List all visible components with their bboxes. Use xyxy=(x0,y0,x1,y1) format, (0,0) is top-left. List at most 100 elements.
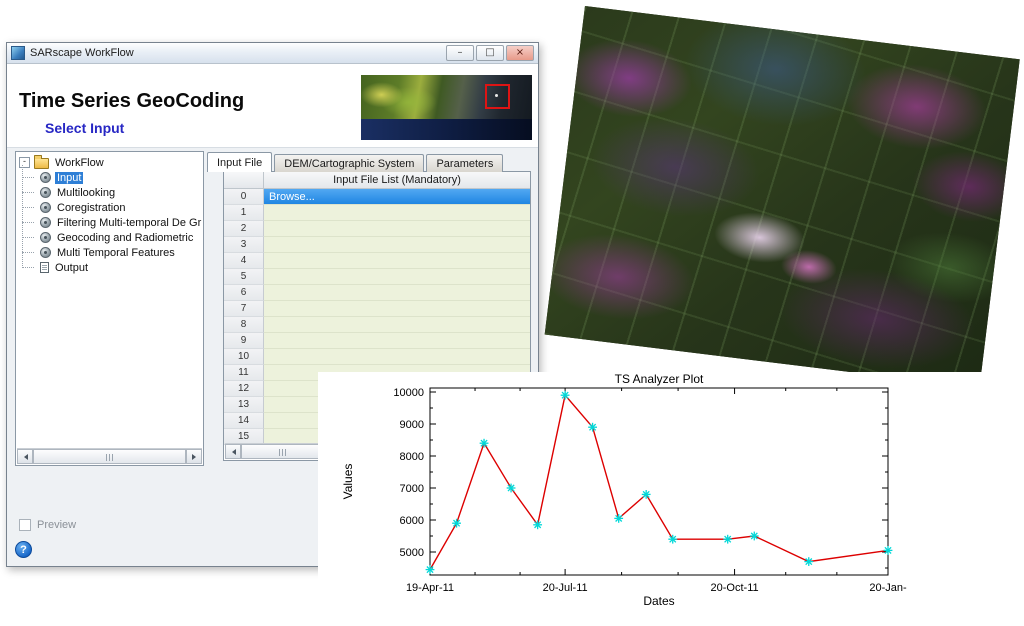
tree-expander-icon[interactable]: - xyxy=(19,157,30,168)
arrow-left-icon xyxy=(229,449,236,455)
banner-highlight-box-icon xyxy=(485,84,510,109)
row-number[interactable]: 6 xyxy=(224,285,264,301)
arrow-left-icon xyxy=(21,454,28,460)
close-button[interactable]: × xyxy=(506,45,534,61)
tab-input-file[interactable]: Input File xyxy=(207,152,272,172)
gear-icon xyxy=(40,217,51,228)
table-row: 1 xyxy=(224,205,530,221)
scroll-right-button[interactable] xyxy=(186,449,202,464)
scroll-thumb[interactable] xyxy=(33,449,186,464)
row-number[interactable]: 10 xyxy=(224,349,264,365)
row-number[interactable]: 12 xyxy=(224,381,264,397)
tree-item-geocoding-and-radiometric[interactable]: Geocoding and Radiometric xyxy=(37,230,203,245)
table-row: 2 xyxy=(224,221,530,237)
row-number[interactable]: 5 xyxy=(224,269,264,285)
table-row: 10 xyxy=(224,349,530,365)
row-number[interactable]: 7 xyxy=(224,301,264,317)
tree-item-multilooking[interactable]: Multilooking xyxy=(37,185,203,200)
gear-icon xyxy=(40,247,51,258)
tree-item-multi-temporal-features[interactable]: Multi Temporal Features xyxy=(37,245,203,260)
tab-parameters[interactable]: Parameters xyxy=(426,154,503,172)
row-number[interactable]: 11 xyxy=(224,365,264,381)
tree-item-coregistration[interactable]: Coregistration xyxy=(37,200,203,215)
preview-checkbox[interactable] xyxy=(19,519,31,531)
row-value-cell[interactable] xyxy=(264,349,530,365)
row-number[interactable]: 1 xyxy=(224,205,264,221)
row-value-cell[interactable] xyxy=(264,317,530,333)
svg-text:10000: 10000 xyxy=(393,387,424,399)
tree-item-label: Coregistration xyxy=(55,202,127,214)
tree-item-label: Filtering Multi-temporal De Gr xyxy=(55,217,203,229)
table-row: 6 xyxy=(224,285,530,301)
tab-dem-cartographic-system[interactable]: DEM/Cartographic System xyxy=(274,154,424,172)
row-number[interactable]: 2 xyxy=(224,221,264,237)
svg-text:8000: 8000 xyxy=(400,451,424,463)
step-subtitle: Select Input xyxy=(45,120,124,136)
workflow-tree-panel: - WorkFlow Input Multilooking Coregistrati… xyxy=(15,151,204,466)
svg-text:Dates: Dates xyxy=(643,594,674,608)
table-corner-cell xyxy=(224,172,264,189)
tree-item-label: Input xyxy=(55,172,83,184)
svg-text:20-Jul-11: 20-Jul-11 xyxy=(543,582,588,594)
window-titlebar[interactable]: SARscape WorkFlow – □ × xyxy=(7,43,538,64)
tree-item-label: Geocoding and Radiometric xyxy=(55,232,195,244)
table-row: 7 xyxy=(224,301,530,317)
row-number[interactable]: 8 xyxy=(224,317,264,333)
preview-label: Preview xyxy=(37,519,76,531)
minimize-button[interactable]: – xyxy=(446,45,474,61)
arrow-right-icon xyxy=(192,454,199,460)
row-value-cell[interactable] xyxy=(264,285,530,301)
row-number[interactable]: 0 xyxy=(224,189,264,205)
close-icon: × xyxy=(516,48,524,58)
banner-image xyxy=(361,75,532,140)
table-header-label: Input File List (Mandatory) xyxy=(264,172,530,189)
window-title: SARscape WorkFlow xyxy=(30,47,446,59)
banner-photo xyxy=(361,75,532,119)
row-value-cell[interactable] xyxy=(264,253,530,269)
tree-item-label: Multilooking xyxy=(55,187,117,199)
banner-band xyxy=(361,119,532,140)
svg-text:Values: Values xyxy=(341,464,355,500)
table-row: 4 xyxy=(224,253,530,269)
minimize-icon: – xyxy=(458,48,463,58)
row-value-cell[interactable] xyxy=(264,301,530,317)
row-value-cell[interactable]: Browse... xyxy=(264,189,530,205)
folder-icon xyxy=(34,158,49,169)
scroll-left-button[interactable] xyxy=(17,449,33,464)
gear-icon xyxy=(40,232,51,243)
tree-item-filtering-multi-temporal-de-gr[interactable]: Filtering Multi-temporal De Gr xyxy=(37,215,203,230)
tree-item-output[interactable]: Output xyxy=(37,260,203,275)
row-number[interactable]: 13 xyxy=(224,397,264,413)
svg-text:6000: 6000 xyxy=(400,515,424,527)
row-value-cell[interactable] xyxy=(264,221,530,237)
table-row: 8 xyxy=(224,317,530,333)
help-button[interactable]: ? xyxy=(15,541,32,558)
table-row: 3 xyxy=(224,237,530,253)
app-icon xyxy=(11,46,25,60)
row-number[interactable]: 14 xyxy=(224,413,264,429)
maximize-icon: □ xyxy=(485,48,494,58)
table-row: 9 xyxy=(224,333,530,349)
gear-icon xyxy=(40,172,51,183)
gear-icon xyxy=(40,187,51,198)
tree-root[interactable]: - WorkFlow xyxy=(16,152,203,170)
tree-item-label: Output xyxy=(53,262,90,274)
scroll-thumb[interactable] xyxy=(241,444,325,459)
maximize-button[interactable]: □ xyxy=(476,45,504,61)
svg-text:20-Jan-: 20-Jan- xyxy=(869,582,907,594)
row-value-cell[interactable] xyxy=(264,237,530,253)
page-icon xyxy=(40,262,49,273)
dialog-header: Time Series GeoCoding Select Input xyxy=(7,64,538,148)
tree-item-input[interactable]: Input xyxy=(37,170,203,185)
ts-analyzer-plot-panel: TS Analyzer PlotDatesValues5000600070008… xyxy=(318,372,1006,620)
row-value-cell[interactable] xyxy=(264,333,530,349)
gear-icon xyxy=(40,202,51,213)
row-value-cell[interactable] xyxy=(264,205,530,221)
row-value-cell[interactable] xyxy=(264,269,530,285)
row-number[interactable]: 9 xyxy=(224,333,264,349)
svg-text:20-Oct-11: 20-Oct-11 xyxy=(711,582,759,594)
row-number[interactable]: 3 xyxy=(224,237,264,253)
tree-horizontal-scrollbar[interactable] xyxy=(17,448,202,464)
scroll-left-button[interactable] xyxy=(225,444,241,459)
row-number[interactable]: 4 xyxy=(224,253,264,269)
